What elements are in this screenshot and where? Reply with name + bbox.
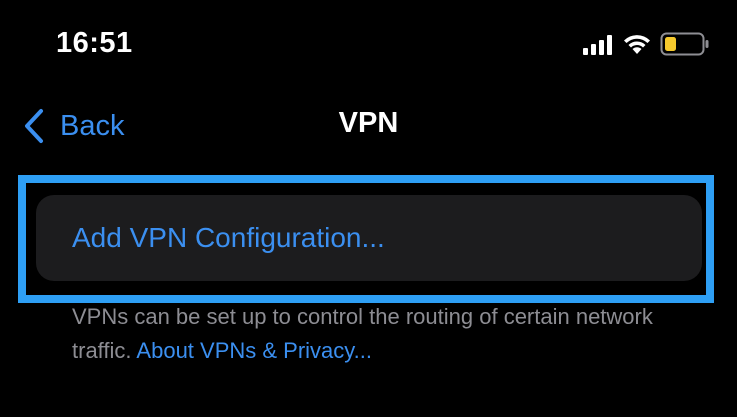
wifi-icon bbox=[624, 35, 650, 54]
add-vpn-configuration-button[interactable]: Add VPN Configuration... bbox=[36, 195, 702, 281]
add-vpn-configuration-label: Add VPN Configuration... bbox=[72, 222, 385, 253]
about-vpns-privacy-link[interactable]: About VPNs & Privacy... bbox=[136, 338, 372, 363]
vpn-footer-note: VPNs can be set up to control the routin… bbox=[72, 300, 692, 368]
screen: 16:51 Back VPN Add VPN Configuration... … bbox=[0, 0, 737, 417]
battery-low-icon bbox=[660, 32, 709, 56]
cellular-signal-icon bbox=[583, 35, 612, 55]
status-time: 16:51 bbox=[56, 27, 133, 59]
page-title: VPN bbox=[338, 107, 399, 139]
